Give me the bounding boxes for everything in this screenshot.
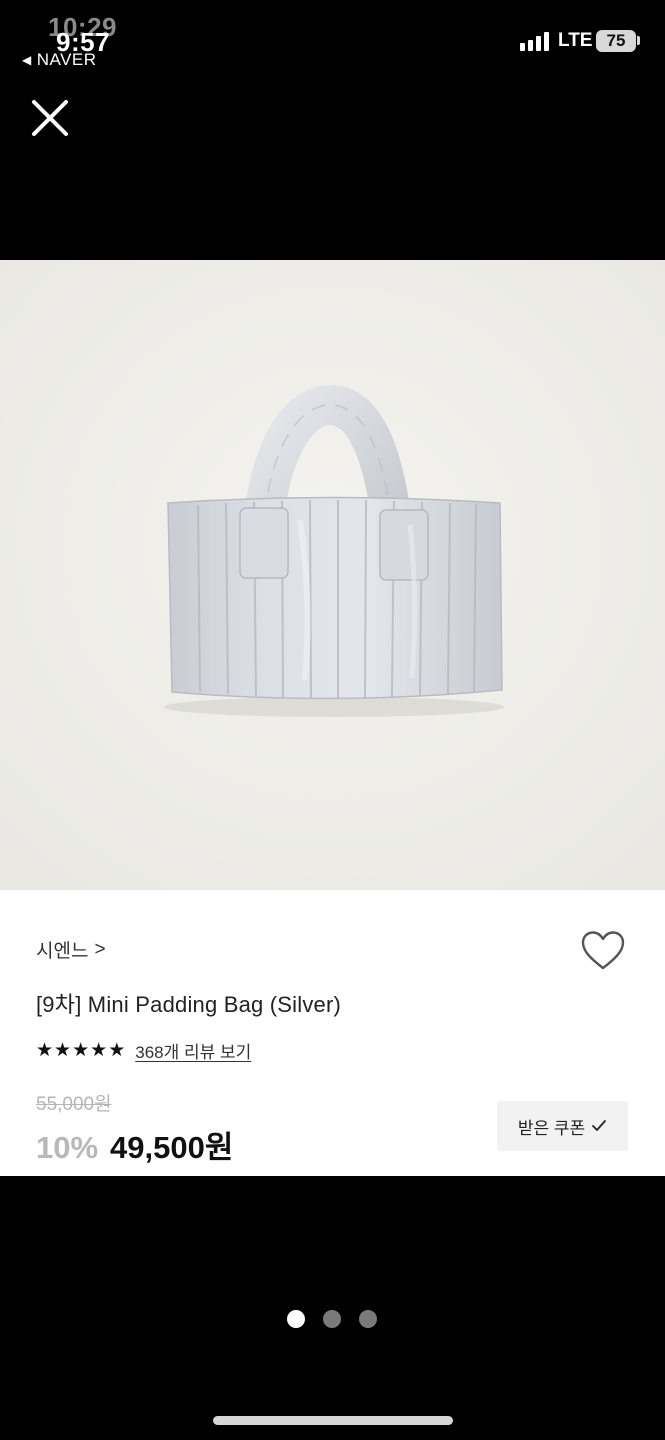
coupon-label: 받은 쿠폰 — [517, 1118, 586, 1138]
battery-tip — [637, 36, 640, 45]
original-price: 55,000원 — [36, 1094, 112, 1115]
wishlist-button[interactable] — [580, 930, 626, 972]
heart-outline-icon — [581, 931, 625, 970]
pager-dot[interactable] — [359, 1310, 377, 1328]
brand-link[interactable]: 시엔느 > — [36, 936, 106, 963]
signal-icon — [520, 32, 549, 51]
back-to-app-button[interactable]: ◀ NAVER — [22, 50, 97, 70]
close-button[interactable] — [28, 96, 72, 140]
star-icon: ★ — [90, 1040, 108, 1061]
status-bar: 10:29 9:57 ◀ NAVER LTE 75 — [0, 0, 665, 80]
battery-icon: 75 — [596, 30, 636, 52]
chevron-right-icon: > — [94, 938, 106, 960]
review-link[interactable]: 368개 리뷰 보기 — [135, 1038, 251, 1063]
star-icon: ★ — [36, 1040, 54, 1061]
network-label: LTE — [558, 30, 593, 51]
pager-dot[interactable] — [323, 1310, 341, 1328]
close-icon — [32, 100, 68, 136]
coupon-button[interactable]: 받은 쿠폰 — [497, 1101, 628, 1151]
home-indicator[interactable] — [213, 1416, 453, 1425]
back-app-label: NAVER — [36, 50, 97, 69]
product-info-panel: 시엔느 > [9차] Mini Padding Bag (Silver) ★ ★… — [0, 890, 665, 1176]
star-icon: ★ — [72, 1040, 90, 1061]
rating-stars: ★ ★ ★ ★ ★ — [36, 1041, 125, 1060]
pager-dot-active[interactable] — [287, 1310, 305, 1328]
brand-name: 시엔느 — [36, 941, 89, 962]
product-title: [9차] Mini Padding Bag (Silver) — [36, 992, 342, 1017]
checkmark-icon — [592, 1120, 607, 1131]
rating-row: ★ ★ ★ ★ ★ 368개 리뷰 보기 — [36, 1038, 251, 1063]
star-icon: ★ — [54, 1040, 72, 1061]
sale-price: 49,500원 — [110, 1130, 234, 1165]
product-image[interactable] — [0, 260, 665, 890]
back-triangle-icon: ◀ — [22, 53, 32, 67]
image-pager — [287, 1310, 377, 1328]
star-icon: ★ — [108, 1040, 126, 1061]
price-row: 10% 49,500원 — [36, 1122, 233, 1167]
padded-bag-illustration — [0, 260, 665, 890]
discount-rate: 10% — [36, 1130, 99, 1165]
